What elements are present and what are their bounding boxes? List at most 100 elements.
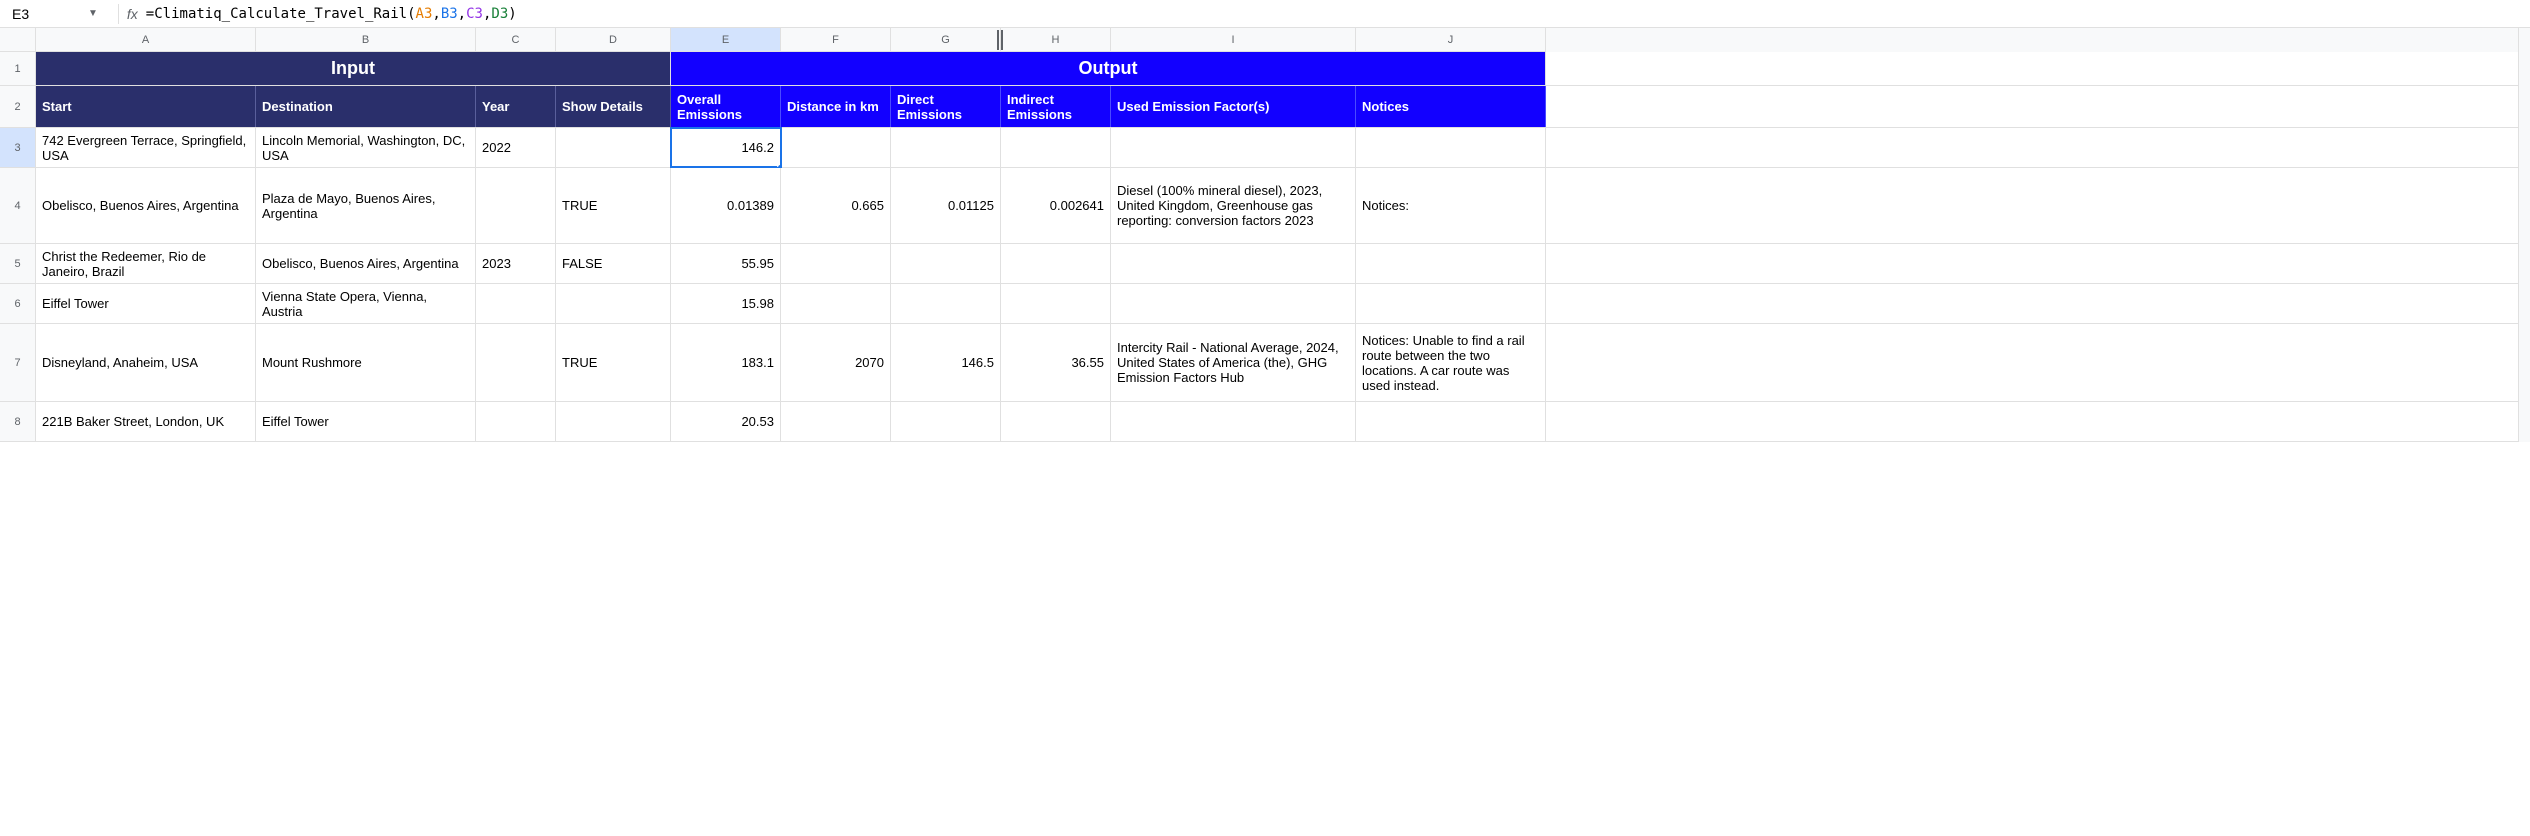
cell-destination[interactable]: Plaza de Mayo, Buenos Aires, Argentina xyxy=(256,168,476,243)
table-header-distance: Distance in km xyxy=(781,86,891,127)
cell-notices[interactable] xyxy=(1356,128,1546,167)
select-all-corner[interactable] xyxy=(0,28,36,52)
cell-show-details[interactable]: TRUE xyxy=(556,168,671,243)
cell-year[interactable] xyxy=(476,402,556,441)
cell-overall-emissions[interactable]: 0.01389 xyxy=(671,168,781,243)
cell-destination[interactable]: Obelisco, Buenos Aires, Argentina xyxy=(256,244,476,283)
cell-show-details[interactable] xyxy=(556,128,671,167)
formula-bar: ▼ fx =Climatiq_Calculate_Travel_Rail(A3,… xyxy=(0,0,2530,28)
cell-show-details[interactable] xyxy=(556,284,671,323)
cell-distance[interactable] xyxy=(781,402,891,441)
cell-show-details[interactable]: TRUE xyxy=(556,324,671,401)
row-header-7[interactable]: 7 xyxy=(0,324,36,402)
column-header-i[interactable]: I xyxy=(1111,28,1356,52)
cell-show-details[interactable]: FALSE xyxy=(556,244,671,283)
column-header-d[interactable]: D xyxy=(556,28,671,52)
column-header-j[interactable]: J xyxy=(1356,28,1546,52)
cell-show-details[interactable] xyxy=(556,402,671,441)
cell-used-factors[interactable]: Diesel (100% mineral diesel), 2023, Unit… xyxy=(1111,168,1356,243)
cell-indirect-emissions[interactable] xyxy=(1001,128,1111,167)
cell-ref-dropdown-icon[interactable]: ▼ xyxy=(88,8,98,19)
cell-notices[interactable]: Notices: xyxy=(1356,168,1546,243)
cell-used-factors[interactable]: Intercity Rail - National Average, 2024,… xyxy=(1111,324,1356,401)
cell-start[interactable]: Disneyland, Anaheim, USA xyxy=(36,324,256,401)
cell-year[interactable] xyxy=(476,168,556,243)
cell-start[interactable]: 742 Evergreen Terrace, Springfield, USA xyxy=(36,128,256,167)
cell-direct-emissions[interactable]: 0.01125 xyxy=(891,168,1001,243)
divider xyxy=(118,4,119,24)
cell-distance[interactable]: 2070 xyxy=(781,324,891,401)
cell-destination[interactable]: Lincoln Memorial, Washington, DC, USA xyxy=(256,128,476,167)
cell-used-factors[interactable] xyxy=(1111,284,1356,323)
cell-year[interactable] xyxy=(476,324,556,401)
selection-handle[interactable] xyxy=(777,164,781,167)
cell-start[interactable]: 221B Baker Street, London, UK xyxy=(36,402,256,441)
column-header-e[interactable]: E xyxy=(671,28,781,52)
cell-overall-emissions[interactable]: 55.95 xyxy=(671,244,781,283)
cell-overall-emissions[interactable]: 15.98 xyxy=(671,284,781,323)
row-header-5[interactable]: 5 xyxy=(0,244,36,284)
column-header-f[interactable]: F xyxy=(781,28,891,52)
formula-close: ) xyxy=(508,6,516,22)
cell-distance[interactable] xyxy=(781,284,891,323)
cell-year[interactable]: 2023 xyxy=(476,244,556,283)
column-header-c[interactable]: C xyxy=(476,28,556,52)
cell-overall-emissions[interactable]: 183.1 xyxy=(671,324,781,401)
cell-destination[interactable]: Mount Rushmore xyxy=(256,324,476,401)
column-header-b[interactable]: B xyxy=(256,28,476,52)
cell-used-factors[interactable] xyxy=(1111,244,1356,283)
cell-distance[interactable] xyxy=(781,244,891,283)
row-header-1[interactable]: 1 xyxy=(0,52,36,86)
cell-indirect-emissions[interactable] xyxy=(1001,244,1111,283)
cell-distance[interactable] xyxy=(781,128,891,167)
formula-comma: , xyxy=(458,6,466,22)
cell-notices[interactable] xyxy=(1356,244,1546,283)
cell-overall-emissions[interactable]: 20.53 xyxy=(671,402,781,441)
table-header-used-factors: Used Emission Factor(s) xyxy=(1111,86,1356,127)
table-header-indirect-emissions: Indirect Emissions xyxy=(1001,86,1111,127)
column-header-h[interactable]: H xyxy=(1001,28,1111,52)
cell-reference-input[interactable] xyxy=(8,4,88,24)
cell-distance[interactable]: 0.665 xyxy=(781,168,891,243)
cell-start[interactable]: Obelisco, Buenos Aires, Argentina xyxy=(36,168,256,243)
cell-indirect-emissions[interactable] xyxy=(1001,284,1111,323)
column-headers: ABCDEFGHIJ xyxy=(36,28,2518,52)
cell-destination[interactable]: Vienna State Opera, Vienna, Austria xyxy=(256,284,476,323)
cell-direct-emissions[interactable]: 146.5 xyxy=(891,324,1001,401)
cell-direct-emissions[interactable] xyxy=(891,128,1001,167)
cell-used-factors[interactable] xyxy=(1111,128,1356,167)
row-header-4[interactable]: 4 xyxy=(0,168,36,244)
row-header-8[interactable]: 8 xyxy=(0,402,36,442)
cell-notices[interactable] xyxy=(1356,284,1546,323)
formula-input[interactable]: =Climatiq_Calculate_Travel_Rail(A3,B3,C3… xyxy=(146,6,2522,22)
cell-direct-emissions[interactable] xyxy=(891,244,1001,283)
table-header-overall-emissions: Overall Emissions xyxy=(671,86,781,127)
cell-notices[interactable] xyxy=(1356,402,1546,441)
cell-indirect-emissions[interactable] xyxy=(1001,402,1111,441)
spreadsheet-grid: 12345678 ABCDEFGHIJ InputOutputStartDest… xyxy=(0,28,2530,442)
cell-direct-emissions[interactable] xyxy=(891,402,1001,441)
formula-arg4: D3 xyxy=(491,6,508,22)
formula-comma: , xyxy=(432,6,440,22)
cell-destination[interactable]: Eiffel Tower xyxy=(256,402,476,441)
formula-arg3: C3 xyxy=(466,6,483,22)
cell-start[interactable]: Eiffel Tower xyxy=(36,284,256,323)
cell-year[interactable] xyxy=(476,284,556,323)
cell-year[interactable]: 2022 xyxy=(476,128,556,167)
row-header-3[interactable]: 3 xyxy=(0,128,36,168)
row-header-6[interactable]: 6 xyxy=(0,284,36,324)
column-header-a[interactable]: A xyxy=(36,28,256,52)
cell-overall-emissions[interactable]: 146.2 xyxy=(671,128,781,167)
cell-used-factors[interactable] xyxy=(1111,402,1356,441)
table-header-year: Year xyxy=(476,86,556,127)
column-resize-handle[interactable] xyxy=(997,30,1003,50)
cell-indirect-emissions[interactable]: 36.55 xyxy=(1001,324,1111,401)
cell-start[interactable]: Christ the Redeemer, Rio de Janeiro, Bra… xyxy=(36,244,256,283)
cell-indirect-emissions[interactable]: 0.002641 xyxy=(1001,168,1111,243)
grid-body: InputOutputStartDestinationYearShow Deta… xyxy=(36,52,2518,442)
column-header-g[interactable]: G xyxy=(891,28,1001,52)
cell-notices[interactable]: Notices: Unable to find a rail route bet… xyxy=(1356,324,1546,401)
cell-direct-emissions[interactable] xyxy=(891,284,1001,323)
row-headers: 12345678 xyxy=(0,52,36,442)
row-header-2[interactable]: 2 xyxy=(0,86,36,128)
